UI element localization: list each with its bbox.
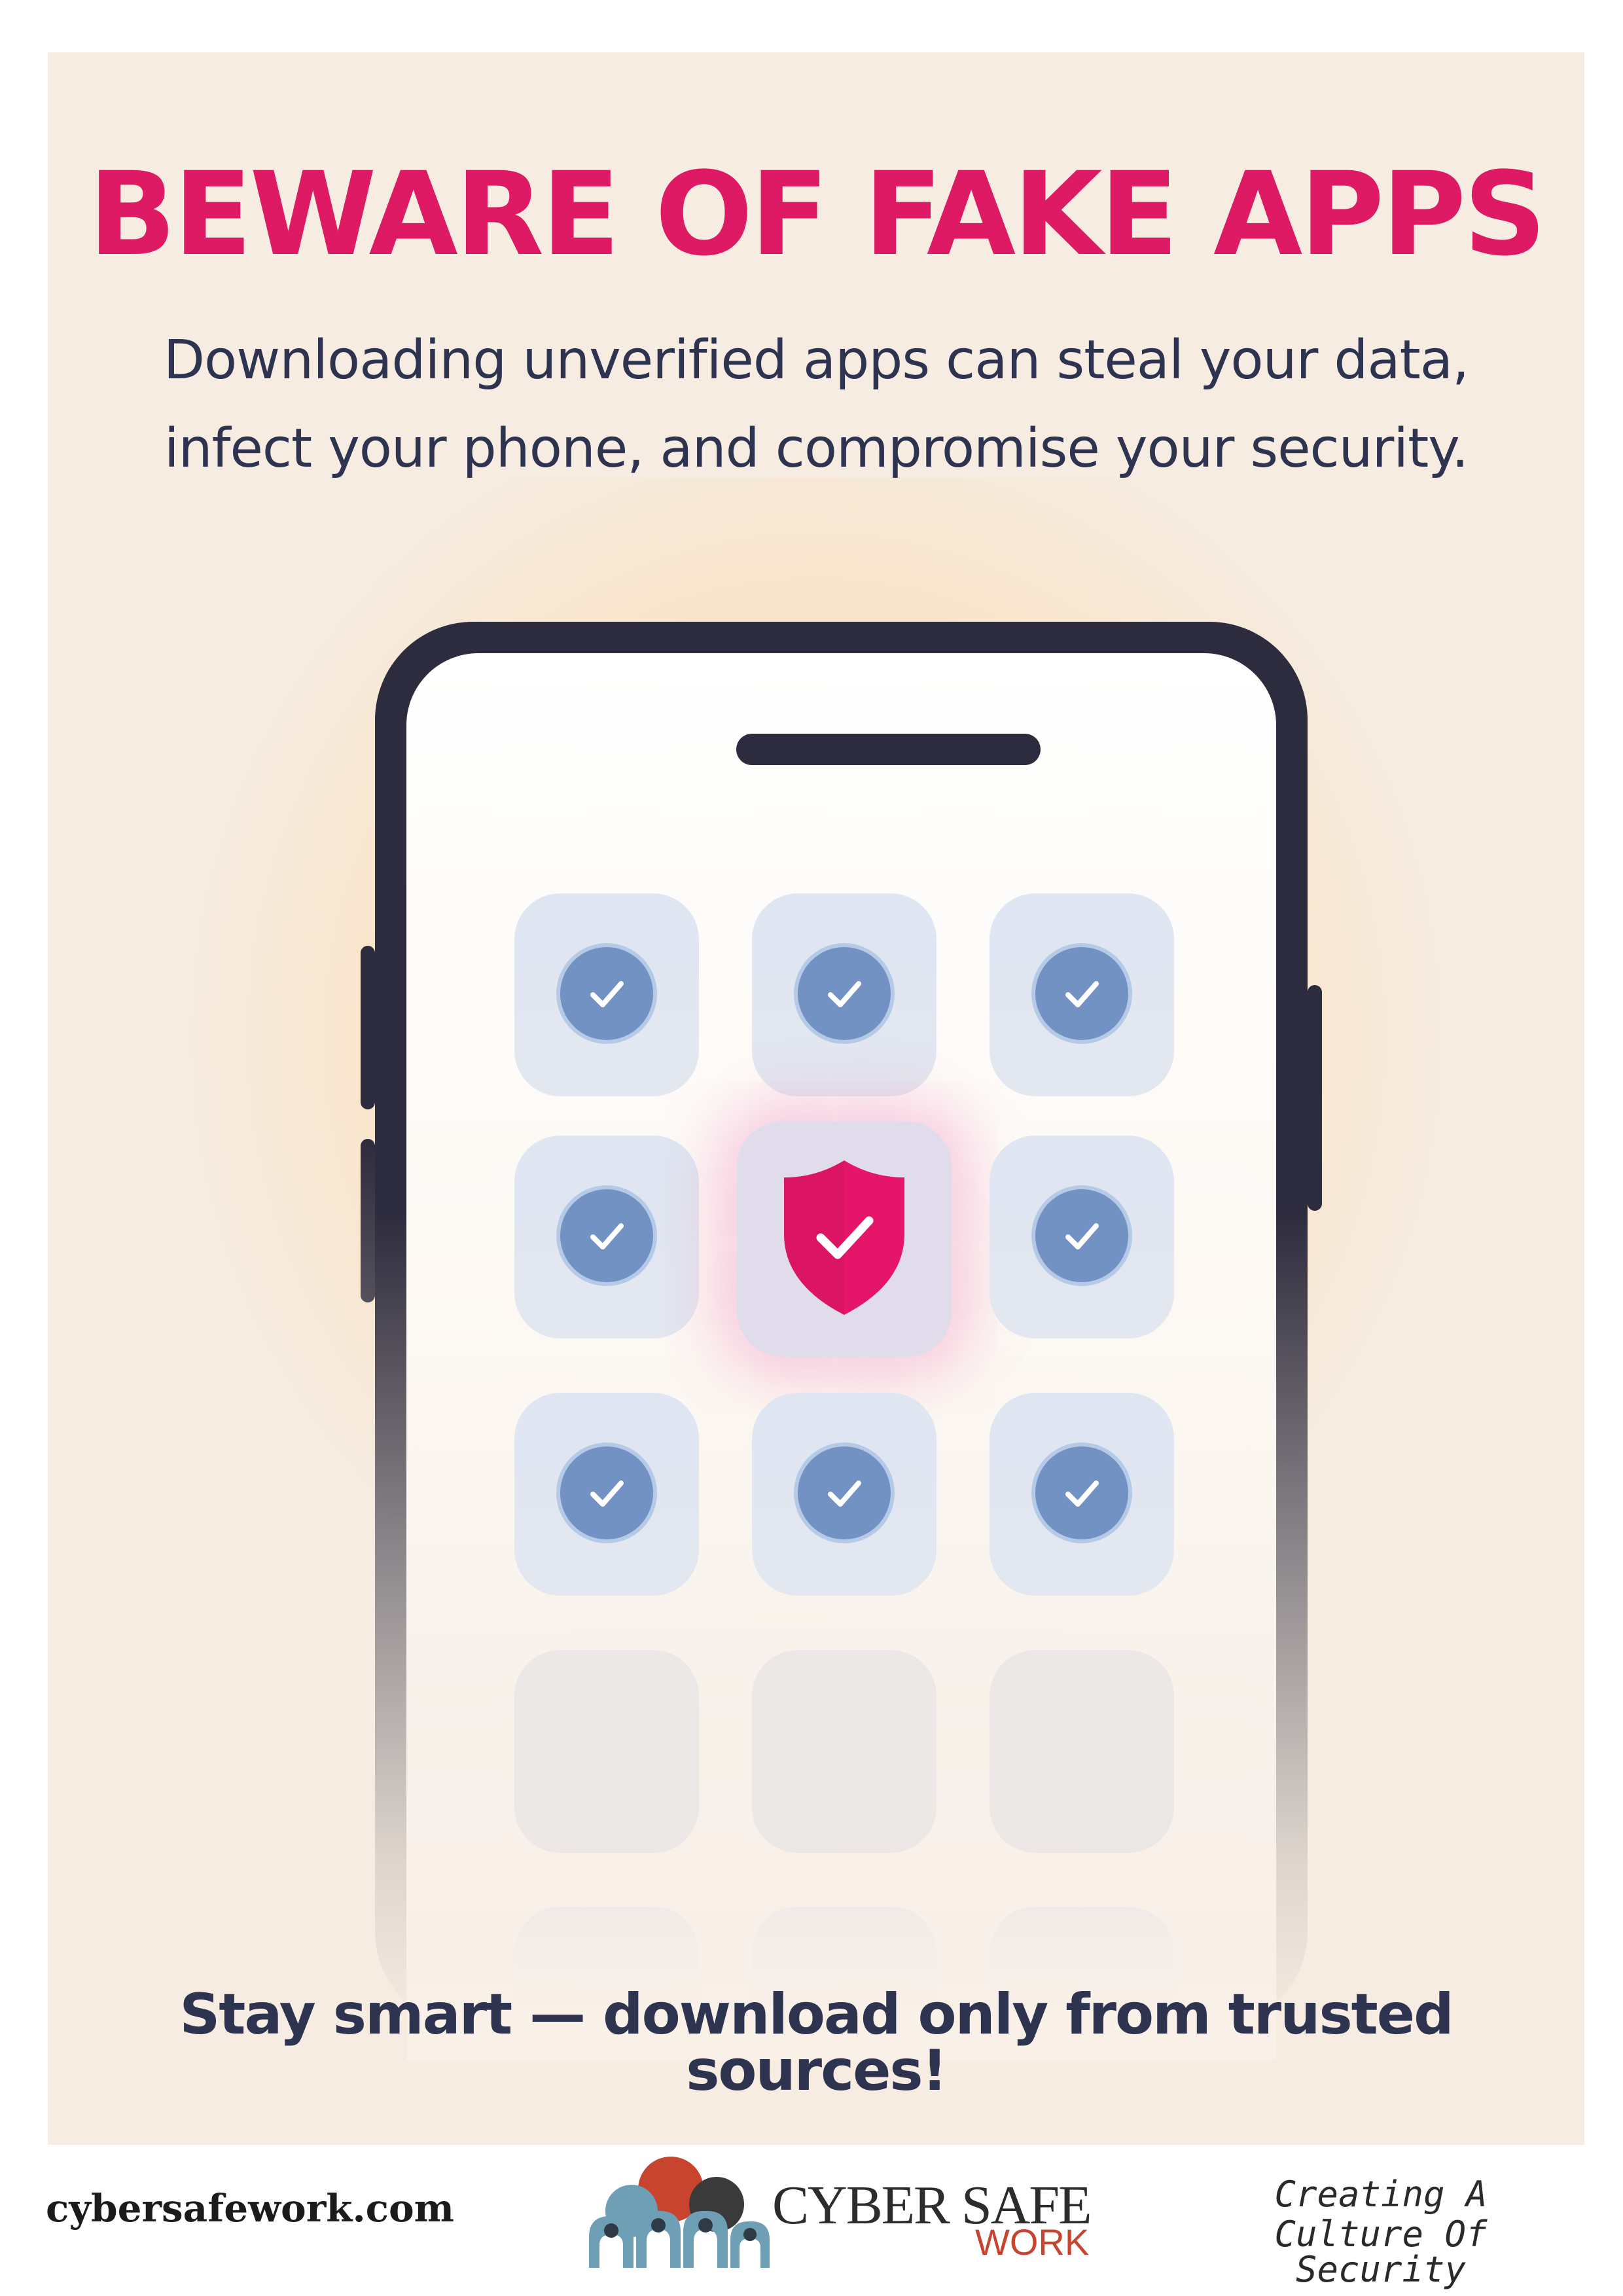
app-tile [752,893,936,1096]
phone-side-button [361,1139,375,1302]
phone-illustration [361,622,1322,2060]
app-tile [514,1393,699,1596]
tagline-line-1: Creating A [1274,2174,1488,2215]
phone-notch [736,734,1041,765]
check-icon [560,1189,653,1282]
check-icon [798,947,891,1040]
phone-screen [406,653,1276,2060]
app-tile [514,1136,699,1338]
check-icon [560,1446,653,1539]
app-tile [990,1136,1174,1338]
poster: BEWARE OF FAKE APPS Downloading unverifi… [48,52,1584,2145]
logo-subword: WORK [975,2221,1090,2263]
app-tile-highlighted [737,1121,952,1357]
subtitle-line-1: Downloading unverified apps can steal yo… [163,329,1469,391]
shield-check-icon [784,1160,904,1315]
app-tile [990,893,1174,1096]
app-tile [990,1393,1174,1596]
call-to-action: Stay smart — download only from trusted … [179,1982,1454,2104]
phone-power-button [1308,985,1322,1211]
cyber-safe-work-logo-icon [589,2157,770,2268]
check-icon [1035,1446,1128,1539]
check-icon [560,947,653,1040]
check-icon [798,1446,891,1539]
page-title: BEWARE OF FAKE APPS [88,147,1546,281]
app-tile-faded [514,1650,699,1853]
tagline-line-2: Culture Of Security [1274,2214,1488,2290]
app-tile [752,1393,936,1596]
website-link[interactable]: cybersafework.com [46,2189,454,2227]
app-tile-faded [990,1650,1174,1853]
app-tile-faded [752,1650,936,1853]
phone-side-button [361,946,375,1109]
subtitle-line-2: infect your phone, and compromise your s… [164,418,1469,480]
check-icon [1035,1189,1128,1282]
check-icon [1035,947,1128,1040]
app-tile [514,893,699,1096]
